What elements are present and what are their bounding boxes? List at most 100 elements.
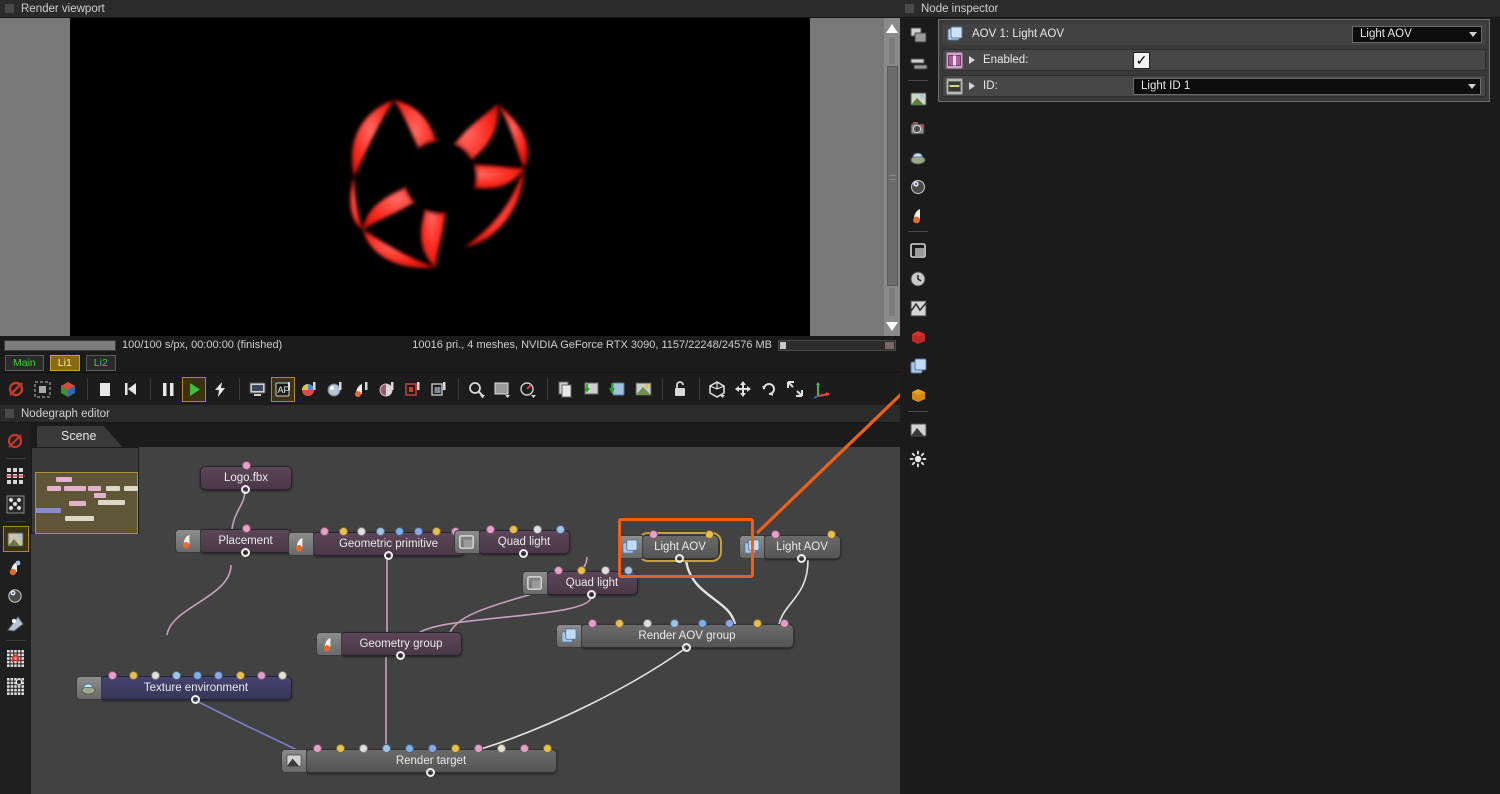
camera-node-icon[interactable] (905, 115, 931, 141)
render-selection-icon[interactable] (30, 377, 54, 402)
save-image-icon[interactable] (579, 377, 603, 402)
node-input-port[interactable] (108, 671, 117, 680)
node-output-port[interactable] (396, 651, 405, 660)
node-input-port[interactable] (497, 744, 506, 753)
node-input-port[interactable] (338, 527, 348, 536)
node-input-port[interactable] (320, 527, 329, 536)
node-input-port[interactable] (520, 744, 529, 753)
noise-node-icon[interactable] (905, 295, 931, 321)
node-texenv[interactable]: Texture environment (76, 671, 292, 704)
start-render-icon[interactable] (182, 376, 206, 402)
nodegraph-canvas[interactable]: Logo.fbx Placement Geometric primitive Quad… (31, 447, 900, 794)
node-input-port[interactable] (242, 461, 251, 470)
restart-render-icon[interactable] (119, 377, 143, 402)
node-geogroup[interactable]: Geometry group (316, 632, 462, 660)
node-input-port[interactable] (532, 525, 542, 534)
node-input-port[interactable] (827, 530, 836, 539)
node-output-port[interactable] (519, 549, 528, 558)
scroll-track-top[interactable] (889, 38, 895, 64)
node-output-port[interactable] (426, 768, 435, 777)
stop-render-icon[interactable] (93, 377, 117, 402)
node-input-port[interactable] (780, 619, 789, 628)
node-output-port[interactable] (240, 548, 250, 557)
save-layers-icon[interactable] (605, 377, 629, 402)
render-view-tabs[interactable]: Main Li1 Li2 (0, 354, 900, 372)
node-output-port[interactable] (383, 551, 393, 560)
node-input-port[interactable] (697, 619, 707, 628)
node-input-port[interactable] (771, 530, 780, 539)
node-logo[interactable]: Logo.fbx (200, 461, 292, 494)
scroll-thumb[interactable] (887, 66, 898, 286)
node-input-port[interactable] (171, 671, 181, 680)
lock-icon[interactable] (668, 377, 692, 402)
panel-collapse-box-inspector[interactable] (904, 3, 915, 14)
scroll-up-icon[interactable] (885, 20, 899, 36)
scene-nodes-icon[interactable] (905, 22, 931, 48)
red-geometry-node-icon[interactable] (905, 324, 931, 350)
display-settings-icon[interactable] (245, 377, 269, 402)
nodegraph-tool-rail[interactable] (0, 423, 31, 794)
rotate-tool-icon[interactable] (757, 377, 781, 402)
image-compare-icon[interactable] (631, 377, 655, 402)
node-input-port[interactable] (554, 566, 563, 575)
node-input-port[interactable] (150, 671, 160, 680)
inspector-tool-rail[interactable] (903, 20, 933, 467)
node-input-port[interactable] (313, 744, 322, 753)
light-node-icon[interactable] (905, 446, 931, 472)
node-output-port[interactable] (587, 590, 596, 599)
axis-gizmo-icon[interactable] (809, 377, 833, 402)
view-tab-li2[interactable]: Li2 (85, 355, 116, 371)
view-tab-main[interactable]: Main (5, 355, 44, 371)
node-output-port[interactable] (191, 695, 200, 704)
property-row-id[interactable]: ID: Light ID 1 (942, 75, 1486, 97)
node-type-dropdown[interactable]: Light AOV (1352, 25, 1482, 43)
node-input-port[interactable] (588, 619, 597, 628)
sky-node-icon[interactable] (905, 173, 931, 199)
red-channel-icon[interactable] (401, 377, 425, 402)
panel-collapse-box-nodegraph[interactable] (4, 408, 15, 419)
enabled-checkbox[interactable]: ✓ (1133, 51, 1150, 69)
pause-render-icon[interactable] (156, 377, 180, 402)
layers-probe-icon[interactable] (427, 377, 451, 402)
render-toolbar[interactable]: AF (0, 372, 900, 405)
select-all-nodes-icon[interactable] (3, 463, 29, 489)
node-input-port[interactable] (278, 671, 287, 680)
image-node-icon[interactable] (905, 86, 931, 112)
node-input-port[interactable] (752, 619, 762, 628)
node-input-port[interactable] (405, 744, 414, 753)
light-id-dropdown[interactable]: Light ID 1 (1133, 77, 1481, 95)
node-placement[interactable]: Placement (175, 524, 292, 557)
node-input-port[interactable] (241, 524, 251, 533)
quick-render-icon[interactable] (208, 377, 232, 402)
sphere-probe-icon[interactable] (323, 377, 347, 402)
minimap-viewport-rect[interactable] (35, 472, 138, 534)
scroll-track-bottom[interactable] (889, 288, 895, 316)
node-input-port[interactable] (382, 744, 391, 753)
show-image-nodes-icon[interactable] (2, 526, 29, 552)
frame-selection-icon[interactable] (3, 491, 29, 517)
tab-scene[interactable]: Scene (37, 426, 123, 447)
node-output-port[interactable] (682, 643, 691, 652)
move-tool-icon[interactable] (731, 377, 755, 402)
node-input-port[interactable] (543, 744, 552, 753)
lighting-probe-icon[interactable] (349, 377, 373, 402)
node-output-port[interactable] (797, 554, 806, 563)
node-input-port[interactable] (556, 525, 565, 534)
node-input-port[interactable] (451, 744, 460, 753)
node-input-port[interactable] (474, 744, 483, 753)
node-output-port[interactable] (241, 485, 250, 494)
node-input-port[interactable] (600, 566, 610, 575)
expand-triangle-icon-id[interactable] (969, 82, 975, 90)
nodegraph-minimap[interactable] (31, 447, 139, 534)
render-viewport-scrollbar[interactable] (884, 18, 900, 336)
time-node-icon[interactable] (905, 266, 931, 292)
node-quad1[interactable]: Quad light (454, 525, 570, 558)
show-grid-icon[interactable] (3, 673, 29, 699)
render-target-node-icon[interactable] (905, 237, 931, 263)
node-rendertgt[interactable]: Render target (281, 744, 557, 777)
material-node-icon[interactable] (905, 202, 931, 228)
blue-aov-node-icon[interactable] (905, 353, 931, 379)
rendered-image[interactable] (70, 18, 810, 336)
panel-collapse-box[interactable] (4, 3, 15, 14)
node-input-port[interactable] (486, 525, 495, 534)
